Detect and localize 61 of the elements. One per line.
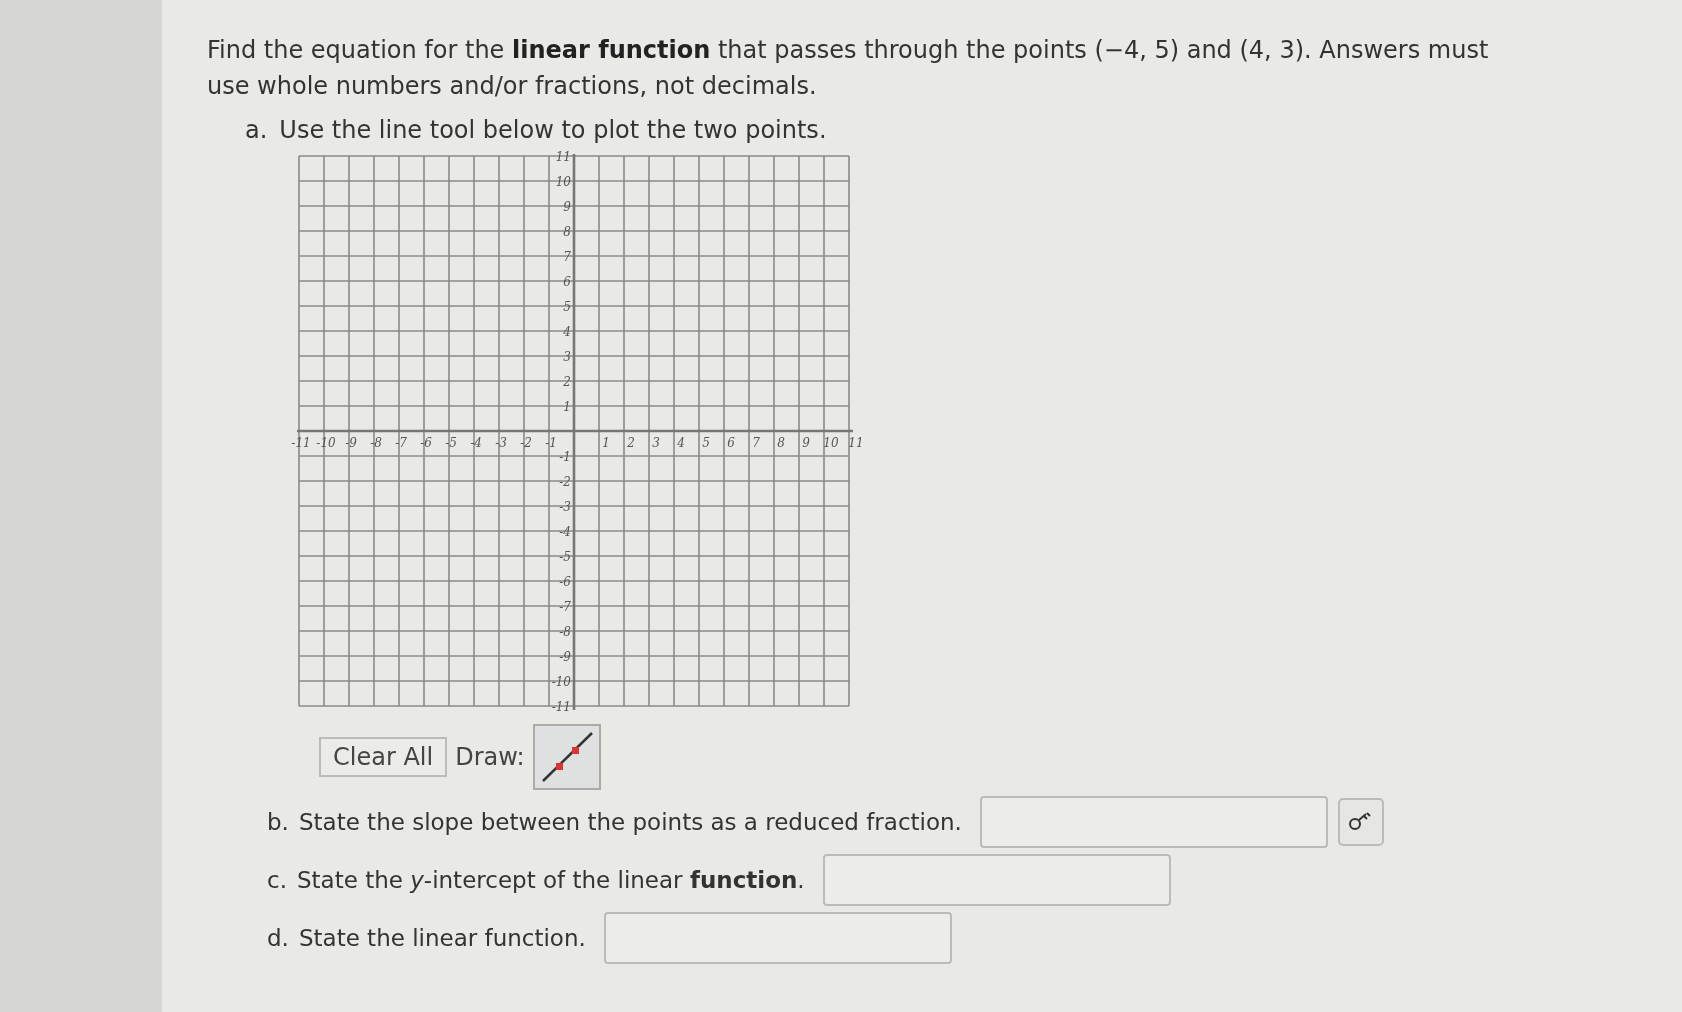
tick-label: 8 — [777, 436, 785, 450]
tick-label: 3 — [652, 436, 660, 450]
tick-label: 5 — [702, 436, 710, 450]
tick-label: -5 — [559, 550, 571, 564]
tick-label: -3 — [559, 500, 571, 514]
tick-label: 11 — [555, 150, 571, 164]
draw-label: Draw: — [455, 743, 525, 771]
part-label: a. — [245, 116, 268, 144]
question-text: State the y-intercept of the linear function. — [296, 867, 805, 893]
tick-label: 6 — [563, 275, 571, 289]
tick-label: -7 — [395, 436, 407, 450]
tick-label: 11 — [848, 436, 861, 450]
tick-label: -10 — [316, 436, 336, 450]
tick-label: 6 — [727, 436, 735, 450]
tick-label: -5 — [445, 436, 457, 450]
tick-label: 9 — [563, 200, 571, 214]
tick-label: -9 — [559, 650, 571, 664]
tick-label: -6 — [559, 575, 571, 589]
tick-label: -10 — [551, 675, 571, 689]
tick-label: -2 — [520, 436, 532, 450]
tick-label: -11 — [291, 436, 311, 450]
tick-label: 4 — [677, 436, 685, 450]
tick-label: -1 — [559, 450, 571, 464]
tick-label: 4 — [563, 325, 571, 339]
tick-label: 2 — [627, 436, 635, 450]
part-label: c. — [267, 867, 287, 893]
tick-label: -8 — [559, 625, 571, 639]
coordinate-grid[interactable]: -11 -10 -9 -8 -7 -6 -5 -4 -3 -2 -1 1 2 3 4 5 6 7 8 9 10 11 11 10 9 8 7 6 5 4 3 2 1 -1 -2 -3 -4 -5 -6 -7 -8 -9 -10 -11 — [287, 144, 861, 718]
tick-label: 7 — [563, 250, 571, 264]
tick-label: -4 — [470, 436, 482, 450]
question-text: State the linear function. — [298, 925, 586, 951]
tick-label: -8 — [370, 436, 382, 450]
instruction-text: Use the line tool below to plot the two points. — [279, 116, 827, 144]
tick-label: 5 — [563, 300, 571, 314]
key-button[interactable] — [1337, 798, 1384, 846]
tick-label: 3 — [563, 350, 571, 364]
question-text: Find the equation for the linear function that passes through the points (−4, 5) and (4, 3). Answers must use whole numbers and/or fractions, not decimals. — [207, 35, 1490, 102]
tick-label: 1 — [563, 400, 571, 414]
tick-label: 10 — [823, 436, 839, 450]
tick-label: -3 — [495, 436, 507, 450]
tick-label: 10 — [555, 175, 571, 189]
part-label: b. — [267, 809, 289, 835]
part-label: d. — [267, 925, 289, 951]
answer-field[interactable] — [603, 912, 952, 964]
tick-label: 8 — [563, 225, 571, 239]
tick-label: 2 — [563, 375, 571, 389]
tick-label: -9 — [345, 436, 357, 450]
clear-all-button[interactable]: Clear All — [319, 737, 448, 777]
tick-label: -6 — [420, 436, 432, 450]
line-tool-button[interactable] — [532, 724, 601, 790]
tick-label: -7 — [559, 600, 571, 614]
answer-field[interactable] — [822, 854, 1171, 906]
tick-label: -11 — [551, 700, 571, 714]
answer-field[interactable] — [979, 796, 1328, 848]
tick-label: -2 — [559, 475, 571, 489]
tick-label: 9 — [802, 436, 810, 450]
tick-label: -1 — [545, 436, 557, 450]
question-text: State the slope between the points as a reduced fraction. — [298, 809, 962, 835]
tick-label: 1 — [602, 436, 610, 450]
tick-label: 7 — [752, 436, 760, 450]
tick-label: -4 — [559, 525, 571, 539]
